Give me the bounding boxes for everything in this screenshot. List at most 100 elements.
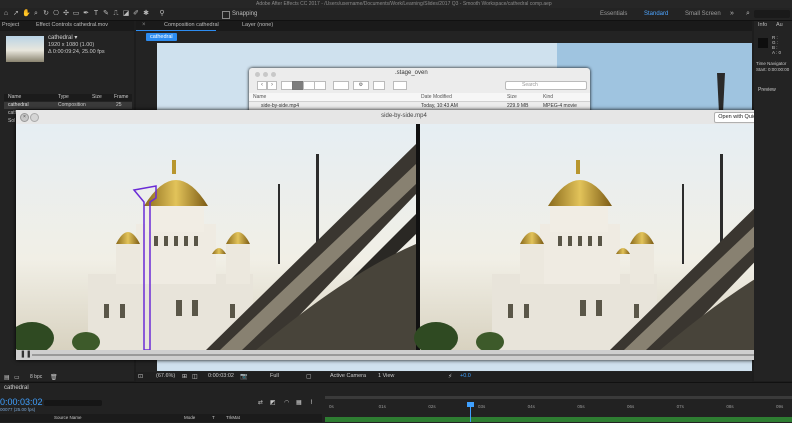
column-source-name[interactable]: Source Name [54, 415, 82, 420]
work-area-bar[interactable] [325, 396, 792, 399]
tab-project[interactable]: Project [2, 21, 19, 30]
forward-icon[interactable]: › [267, 81, 277, 90]
gallery-view-button[interactable] [314, 81, 326, 90]
hand-tool-icon[interactable]: ✋ [22, 10, 31, 18]
share-icon[interactable] [373, 81, 385, 90]
tag-icon[interactable] [393, 81, 407, 90]
camera-tool-icon[interactable]: ⎔ [52, 10, 60, 18]
tab-layer[interactable]: Layer (none) [242, 21, 273, 30]
project-row[interactable]: cathedral Composition 25 [4, 102, 132, 109]
type-tool-icon[interactable]: T [92, 10, 100, 18]
zoom-tool-icon[interactable]: ⌕ [32, 10, 40, 18]
finder-column-date[interactable]: Date Modified [421, 94, 452, 100]
always-preview-icon[interactable]: ⊡ [138, 373, 143, 380]
pin-tool-icon[interactable]: ⚲ [158, 10, 166, 18]
window-minimize-button[interactable] [263, 72, 268, 77]
gear-icon[interactable]: ⚙ [353, 81, 369, 90]
current-time-display[interactable]: 0:00:03:02 [208, 373, 234, 379]
pan-behind-tool-icon[interactable]: ✣ [62, 10, 70, 18]
brush-tool-icon[interactable]: ✎ [102, 10, 110, 18]
finder-window[interactable]: .stage_oven ‹ › ⚙ Search Name Date Modif… [249, 68, 590, 116]
column-trkmat[interactable]: TrkMat [226, 415, 240, 420]
pause-icon[interactable]: ❚❚ [20, 351, 32, 359]
magnification-dropdown[interactable]: (67.6%) [156, 373, 175, 379]
playhead-handle[interactable] [466, 402, 474, 407]
viewer-toolbar: ⊡ (67.6%) ⊞ ◫ 0:00:03:02 📷 Full ▢ Active… [136, 372, 752, 382]
tab-composition[interactable]: Composition cathedral [164, 21, 219, 30]
home-icon[interactable]: ⌂ [2, 10, 10, 18]
project-row[interactable]: cath [4, 110, 17, 117]
finder-file-row[interactable]: side-by-side.mp4 Today, 10:43 AM 229.9 M… [249, 102, 590, 110]
finder-file-date: Today, 10:43 AM [421, 103, 458, 109]
timeline-timecode[interactable]: 0:00:03:02 [0, 397, 43, 407]
composition-breadcrumb[interactable]: cathedral [146, 33, 177, 41]
scrub-bar[interactable] [32, 354, 784, 356]
graph-editor-icon[interactable]: ⌇ [310, 399, 313, 406]
timeline-search-input[interactable] [44, 400, 102, 406]
close-icon[interactable]: × [142, 22, 147, 28]
trash-icon[interactable]: 🗑 [50, 374, 58, 381]
playhead[interactable] [466, 402, 474, 422]
workspace-standard[interactable]: Standard [644, 9, 668, 19]
finder-column-kind[interactable]: Kind [543, 94, 553, 100]
puppet-tool-icon[interactable]: ✱ [142, 10, 150, 18]
grid-icon[interactable]: ⊞ [182, 373, 187, 380]
resolution-dropdown[interactable]: Full [270, 373, 279, 379]
selection-tool-icon[interactable]: ➚ [12, 10, 20, 18]
finder-search-input[interactable]: Search [505, 81, 587, 90]
side-by-side-video-image [16, 124, 792, 350]
workspace-menu-icon[interactable]: » [728, 10, 736, 18]
column-size[interactable]: Size [92, 94, 102, 100]
pen-tool-icon[interactable]: ✒ [82, 10, 90, 18]
time-ruler[interactable]: 0s 01s 02s 03s 04s 05s 06s 07s 08s 09s [325, 396, 792, 422]
roto-brush-tool-icon[interactable]: ✐ [132, 10, 140, 18]
video-frame[interactable] [16, 124, 792, 350]
arrange-button[interactable] [333, 81, 349, 90]
column-mode[interactable]: Mode [184, 415, 195, 420]
column-name[interactable]: Name [8, 94, 21, 100]
ruler-tick-label: 08s [726, 404, 734, 409]
window-close-button[interactable] [255, 72, 260, 77]
column-type[interactable]: Type [58, 94, 69, 100]
snapshot-icon[interactable]: 📷 [240, 373, 247, 380]
tab-audio[interactable]: Au [776, 21, 783, 30]
clone-stamp-tool-icon[interactable]: ⎍ [112, 10, 120, 18]
tab-info[interactable]: Info [758, 21, 767, 30]
eraser-tool-icon[interactable]: ◪ [122, 10, 130, 18]
back-icon[interactable]: ‹ [257, 81, 267, 90]
finder-column-name[interactable]: Name [253, 94, 266, 100]
preview-tab[interactable]: Preview [758, 87, 776, 93]
column-frame[interactable]: Frame [114, 94, 128, 100]
rectangle-tool-icon[interactable]: ▭ [72, 10, 80, 18]
snapping-checkbox[interactable] [222, 11, 230, 19]
workspace-small-screen[interactable]: Small Screen [685, 9, 721, 19]
new-folder-icon[interactable]: ▭ [14, 374, 20, 381]
frame-blending-icon[interactable]: ▦ [296, 399, 302, 406]
interpret-footage-icon[interactable]: ▤ [4, 374, 10, 381]
help-search-input[interactable] [754, 10, 790, 18]
bit-depth-button[interactable]: 8 bpc [30, 374, 42, 380]
comp-flowchart-icon[interactable]: ⇄ [258, 399, 263, 406]
layer-duration-bar[interactable] [325, 417, 792, 422]
project-item-name[interactable]: cathedral ▾ [48, 34, 77, 41]
start-time-label: Start: 0:00:00:00 [756, 67, 790, 72]
ruler-tick-label: 03s [478, 404, 486, 409]
draft-3d-icon[interactable]: ◩ [270, 399, 276, 406]
exposure-value[interactable]: +0.0 [460, 373, 471, 379]
column-t[interactable]: T [212, 415, 215, 420]
rotation-tool-icon[interactable]: ↻ [42, 10, 50, 18]
fast-previews-icon[interactable]: ⚡ [448, 373, 452, 380]
workspace-essentials[interactable]: Essentials [600, 9, 627, 19]
project-row[interactable]: Sol [4, 118, 16, 125]
search-icon[interactable]: ⌕ [744, 10, 752, 18]
camera-dropdown[interactable]: Active Camera [330, 373, 366, 379]
window-zoom-button[interactable] [271, 72, 276, 77]
tools-panel: ⌂ ➚ ✋ ⌕ ↻ ⎔ ✣ ▭ ✒ T ✎ ⎍ ◪ ✐ ✱ ⚲ Snapping… [0, 8, 792, 21]
finder-column-size[interactable]: Size [507, 94, 517, 100]
tab-effect-controls[interactable]: Effect Controls cathedral.mov [36, 21, 108, 30]
view-layout-dropdown[interactable]: 1 View [378, 373, 394, 379]
timeline-tab[interactable]: cathedral [4, 385, 29, 391]
region-of-interest-icon[interactable]: ▢ [306, 373, 312, 380]
shy-layers-icon[interactable]: ◠ [284, 399, 289, 406]
mask-visibility-icon[interactable]: ◫ [192, 373, 198, 380]
